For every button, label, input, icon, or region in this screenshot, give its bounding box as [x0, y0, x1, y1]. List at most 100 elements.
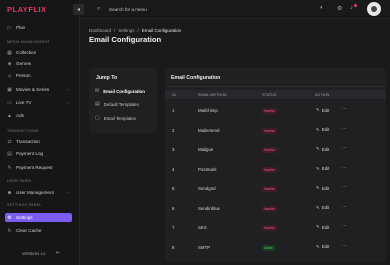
row-method: SMTP — [198, 244, 211, 250]
more-options-icon[interactable]: ⋯ — [342, 126, 347, 132]
sidebar-item-live-tv[interactable]: ▭ Live TV › — [5, 98, 72, 107]
request-icon: ✎ — [7, 164, 12, 171]
sidebar-item-label: Settings — [16, 215, 33, 220]
chevron-right-icon: › — [67, 87, 69, 92]
transaction-icon: ⇄ — [7, 138, 12, 145]
sidebar-item-payment-log[interactable]: ▤ Payment Log — [5, 149, 72, 158]
app-logo[interactable]: PLAYFLIX — [7, 5, 47, 14]
ads-icon: ▲ — [7, 112, 12, 119]
row-method: Sendinblue — [198, 205, 220, 211]
sidebar-item-clear-cache[interactable]: ↻ Clear Cache — [5, 226, 72, 235]
chevron-right-icon: › — [67, 190, 69, 195]
more-options-icon[interactable]: ⋯ — [342, 106, 347, 112]
status-badge: Inactive — [262, 108, 277, 114]
sidebar: PLAYFLIX ▷ Plan MEDIA MANAGEMENT ▦ Collectio… — [0, 0, 80, 265]
sidebar-item-person[interactable]: ☺ Person — [5, 71, 72, 80]
sidebar-item-label: Payment Log — [16, 151, 44, 156]
jump-email-templates[interactable]: ▢ Email Templates — [95, 115, 136, 121]
pencil-icon: ✎ — [316, 224, 320, 229]
row-sl: 3 — [172, 147, 175, 152]
table-row: 2 Mailersend Inactive ✎ Edit ⋯ — [165, 121, 386, 141]
status-badge: Inactive — [262, 186, 277, 192]
sidebar-item-user-management[interactable]: ☻ User Management › — [5, 188, 72, 197]
chevron-right-icon: › — [67, 100, 69, 105]
breadcrumb-dashboard[interactable]: Dashboard — [89, 28, 111, 33]
pencil-icon: ✎ — [316, 204, 320, 210]
sidebar-item-label: Payment Request — [16, 165, 53, 170]
sidebar-item-label: Ads — [16, 113, 24, 118]
col-action: ACTION — [315, 92, 330, 97]
sidebar-item-label: Clear Cache — [16, 228, 42, 233]
more-options-icon[interactable]: ⋯ — [342, 243, 347, 249]
mail-icon: ✉ — [95, 88, 100, 94]
edit-button[interactable]: ✎ Edit — [316, 244, 329, 250]
avatar[interactable] — [367, 2, 381, 16]
breadcrumb-current: Email Configuration — [141, 28, 182, 33]
person-icon: ☺ — [6, 72, 13, 79]
toggle-sidebar-button[interactable]: ◂ — [73, 4, 84, 15]
sidebar-item-label: User Management — [16, 190, 54, 195]
breadcrumb: Dashboard / Settings / Email Configurati… — [89, 28, 182, 33]
row-sl: 2 — [172, 127, 175, 133]
settings-icon[interactable]: ⚙ — [337, 5, 342, 12]
breadcrumb-settings[interactable]: Settings — [118, 28, 134, 33]
pencil-icon: ✎ — [316, 243, 320, 249]
edit-button[interactable]: ✎ Edit — [316, 205, 329, 211]
file-icon: ▢ — [95, 115, 100, 121]
sidebar-item-collection[interactable]: ▦ Collection — [5, 48, 72, 57]
sidebar-collapse-icon[interactable]: ⇤ — [56, 250, 60, 256]
edit-label: Edit — [321, 244, 330, 249]
status-badge: Inactive — [262, 127, 277, 134]
table-row: 4 Postmark Inactive ✎ Edit ⋯ — [165, 160, 386, 180]
search-icon[interactable]: ⌕ — [97, 6, 100, 13]
sidebar-item-plan[interactable]: ▷ Plan — [5, 23, 72, 32]
status-badge: Active — [262, 244, 275, 251]
table-header: SL EMAIL METHOD STATUS ACTION — [165, 90, 386, 99]
edit-button[interactable]: ✎ Edit — [316, 185, 329, 191]
sidebar-item-payment-request[interactable]: ✎ Payment Request — [5, 163, 72, 172]
edit-button[interactable]: ✎ Edit — [316, 146, 329, 152]
sidebar-item-ads[interactable]: ▲ Ads — [5, 111, 72, 120]
status-badge: Inactive — [262, 205, 277, 212]
edit-button[interactable]: ✎ Edit — [316, 166, 329, 172]
edit-button[interactable]: ✎ Edit — [316, 127, 329, 133]
row-sl: 4 — [172, 166, 175, 172]
gear-icon: ⚙ — [7, 214, 12, 221]
sidebar-item-genres[interactable]: ◈ Genres — [5, 59, 72, 68]
edit-label: Edit — [321, 224, 330, 230]
more-options-icon[interactable]: ⋯ — [342, 223, 347, 229]
more-options-icon[interactable]: ⋯ — [342, 165, 347, 171]
more-options-icon[interactable]: ⋯ — [342, 204, 347, 210]
pencil-icon: ✎ — [316, 146, 320, 151]
row-sl: 1 — [172, 108, 175, 113]
card-title: Email Configuration — [171, 75, 221, 81]
sidebar-item-settings[interactable]: ⚙ Settings — [5, 213, 72, 222]
email-config-card: Email Configuration SL EMAIL METHOD STAT… — [165, 68, 386, 262]
theme-icon[interactable]: ◐ — [320, 5, 324, 11]
col-email-method: EMAIL METHOD — [198, 92, 227, 97]
table-row: 8 SMTP Active ✎ Edit ⋯ — [165, 238, 386, 258]
notification-dot — [354, 4, 357, 7]
search-input[interactable] — [109, 5, 309, 14]
bell-icon[interactable]: ♪ — [350, 5, 353, 11]
section-user-panel: USER PANEL — [7, 179, 33, 183]
more-options-icon[interactable]: ⋯ — [342, 184, 347, 190]
jump-email-configuration[interactable]: ✉ Email Configuration — [95, 88, 145, 94]
sidebar-item-movies-series[interactable]: ▣ Movies & Series › — [5, 85, 72, 94]
sidebar-item-label: Collection — [16, 50, 37, 55]
edit-button[interactable]: ✎ Edit — [316, 107, 329, 113]
topbar: ⌕ ◐ ⚙ ♪ — [80, 0, 390, 19]
sidebar-item-label: Movies & Series — [16, 87, 50, 92]
tv-icon: ▭ — [7, 99, 12, 106]
edit-button[interactable]: ✎ Edit — [316, 224, 329, 230]
sidebar-item-transaction[interactable]: ⇄ Transaction — [5, 137, 72, 146]
row-method: SES — [198, 225, 207, 230]
jump-default-templates[interactable]: ▤ Default Templates — [95, 101, 139, 107]
pencil-icon: ✎ — [316, 107, 320, 112]
sidebar-item-label: Genres — [16, 61, 32, 66]
sidebar-item-label: Live TV — [16, 100, 32, 105]
more-options-icon[interactable]: ⋯ — [342, 145, 347, 151]
status-badge: Inactive — [262, 166, 277, 173]
template-icon: ▤ — [95, 101, 100, 107]
sidebar-item-label: Plan — [16, 25, 26, 30]
